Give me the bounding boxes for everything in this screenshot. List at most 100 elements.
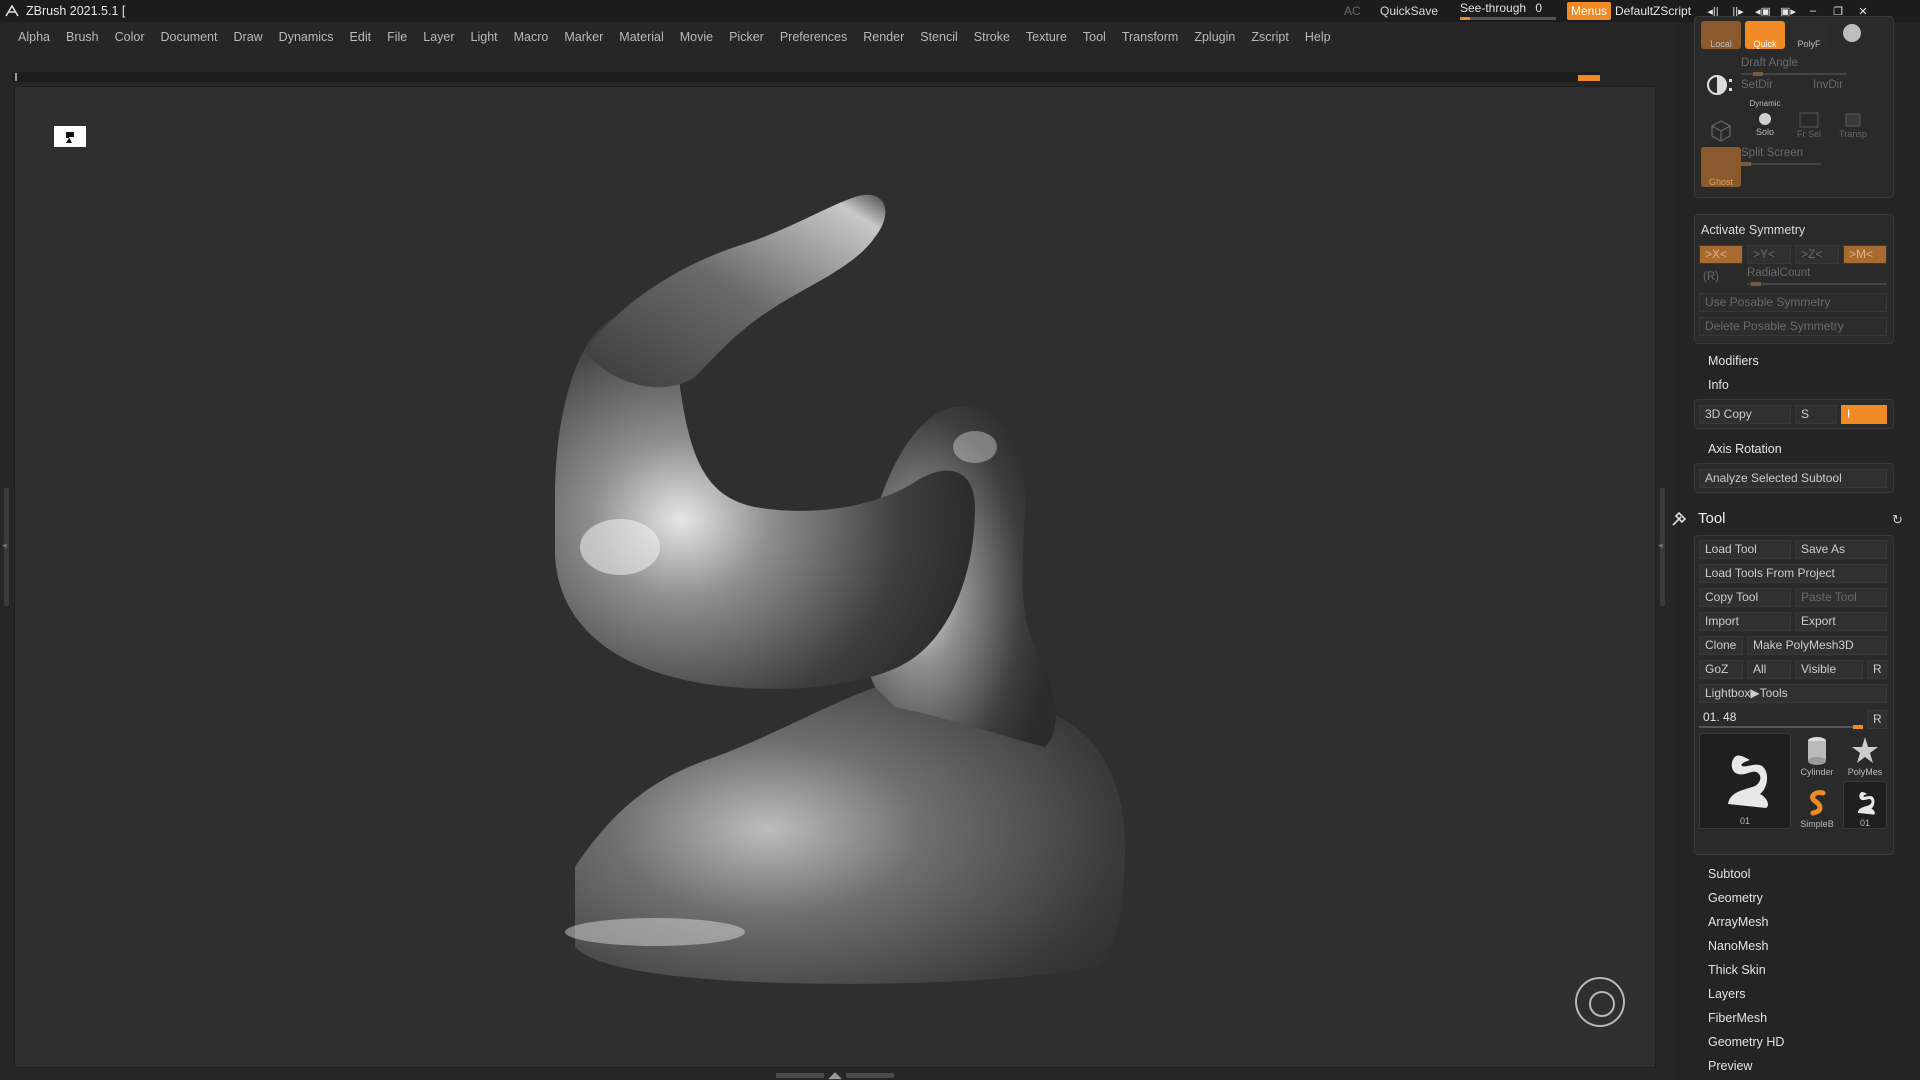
menu-file[interactable]: File <box>379 30 415 44</box>
activate-symmetry-button[interactable]: Activate Symmetry <box>1701 223 1805 237</box>
local-button[interactable]: Local <box>1701 21 1741 49</box>
paste-tool-button[interactable]: Paste Tool <box>1795 588 1887 607</box>
copy-tool-button[interactable]: Copy Tool <box>1699 588 1791 607</box>
split-screen-slider[interactable] <box>1741 162 1821 166</box>
save-as-button[interactable]: Save As <box>1795 540 1887 559</box>
copy3d-button[interactable]: 3D Copy <box>1699 405 1791 424</box>
menu-alpha[interactable]: Alpha <box>10 30 58 44</box>
section-layers[interactable]: Layers <box>1708 987 1746 1001</box>
menu-draw[interactable]: Draw <box>226 30 271 44</box>
menu-picker[interactable]: Picker <box>721 30 772 44</box>
goz-button[interactable]: GoZ <box>1699 660 1743 679</box>
menu-zplugin[interactable]: Zplugin <box>1186 30 1243 44</box>
load-tools-from-project-button[interactable]: Load Tools From Project <box>1699 564 1887 583</box>
current-tool-thumbnail[interactable]: 01 <box>1699 733 1791 829</box>
left-tray-handle[interactable]: ◂ <box>2 488 9 606</box>
material-sphere-icon[interactable] <box>1839 23 1865 45</box>
import-button[interactable]: Import <box>1699 612 1791 631</box>
frame-selection-button[interactable]: Fr Sel <box>1791 103 1827 139</box>
radial-r-button[interactable]: (R) <box>1703 271 1719 283</box>
section-fibermesh[interactable]: FiberMesh <box>1708 1011 1767 1025</box>
menu-tool[interactable]: Tool <box>1075 30 1114 44</box>
use-posable-symmetry-button[interactable]: Use Posable Symmetry <box>1699 293 1887 312</box>
menu-layer[interactable]: Layer <box>415 30 462 44</box>
menu-stencil[interactable]: Stencil <box>912 30 966 44</box>
tool-slider[interactable] <box>1699 725 1863 729</box>
navigation-gizmo[interactable] <box>1575 977 1625 1027</box>
see-through-track[interactable] <box>1460 17 1556 20</box>
section-geometry-hd[interactable]: Geometry HD <box>1708 1035 1784 1049</box>
info-section[interactable]: Info <box>1708 378 1729 392</box>
cube-icon[interactable] <box>1701 107 1741 143</box>
load-tool-button[interactable]: Load Tool <box>1699 540 1791 559</box>
menu-dynamics[interactable]: Dynamics <box>271 30 342 44</box>
symmetry-z-button[interactable]: >Z< <box>1795 245 1839 264</box>
menu-zscript[interactable]: Zscript <box>1243 30 1297 44</box>
section-arraymesh[interactable]: ArrayMesh <box>1708 915 1768 929</box>
section-geometry[interactable]: Geometry <box>1708 891 1763 905</box>
goz-visible-button[interactable]: Visible <box>1795 660 1863 679</box>
section-preview[interactable]: Preview <box>1708 1059 1752 1073</box>
timeline-track[interactable] <box>12 72 1600 82</box>
make-polymesh3d-button[interactable]: Make PolyMesh3D <box>1747 636 1887 655</box>
menus-toggle-button[interactable]: Menus <box>1567 2 1612 20</box>
symmetry-m-button[interactable]: >M< <box>1843 245 1887 264</box>
delete-posable-symmetry-button[interactable]: Delete Posable Symmetry <box>1699 317 1887 336</box>
invdir-button[interactable]: InvDir <box>1813 79 1843 91</box>
menu-document[interactable]: Document <box>153 30 226 44</box>
menu-stroke[interactable]: Stroke <box>966 30 1018 44</box>
menu-transform[interactable]: Transform <box>1114 30 1187 44</box>
clone-button[interactable]: Clone <box>1699 636 1743 655</box>
lightbox-tools-button[interactable]: Lightbox▶Tools <box>1699 684 1887 703</box>
menu-light[interactable]: Light <box>463 30 506 44</box>
axis-rotation-section[interactable]: Axis Rotation <box>1708 442 1782 456</box>
section-nanomesh[interactable]: NanoMesh <box>1708 939 1768 953</box>
copy3d-s-button[interactable]: S <box>1795 405 1837 424</box>
transparency-button[interactable]: Transp <box>1835 103 1871 139</box>
quick-button[interactable]: Quick <box>1745 21 1785 49</box>
timeline-marker[interactable] <box>1578 75 1600 81</box>
analyze-selected-subtool-button[interactable]: Analyze Selected Subtool <box>1699 469 1887 488</box>
modifiers-section[interactable]: Modifiers <box>1708 354 1759 368</box>
default-zscript-button[interactable]: DefaultZScript <box>1615 0 1691 22</box>
radial-count-slider[interactable] <box>1747 282 1887 286</box>
contrast-icon[interactable] <box>1701 63 1741 99</box>
symmetry-y-button[interactable]: >Y< <box>1747 245 1791 264</box>
thumb-simplebrush[interactable]: SimpleB <box>1795 781 1839 829</box>
setdir-button[interactable]: SetDir <box>1741 79 1773 91</box>
refresh-icon[interactable]: ↻ <box>1892 512 1903 528</box>
tool-palette-title[interactable]: Tool <box>1698 510 1726 527</box>
thumb-cylinder[interactable]: Cylinder <box>1795 733 1839 777</box>
menu-edit[interactable]: Edit <box>342 30 380 44</box>
menu-movie[interactable]: Movie <box>672 30 721 44</box>
menu-help[interactable]: Help <box>1297 30 1339 44</box>
draft-angle-slider[interactable] <box>1741 72 1847 76</box>
menu-preferences[interactable]: Preferences <box>772 30 855 44</box>
menu-texture[interactable]: Texture <box>1018 30 1075 44</box>
quicksave-button[interactable]: QuickSave <box>1380 0 1438 22</box>
menu-render[interactable]: Render <box>855 30 912 44</box>
ghost-button[interactable]: Ghost <box>1701 147 1741 187</box>
see-through-slider[interactable]: See-through 0 <box>1460 0 1556 22</box>
thumb-tool-01[interactable]: 01 <box>1843 781 1887 829</box>
goz-r-button[interactable]: R <box>1867 660 1887 679</box>
solo-button[interactable]: Dynamic Solo <box>1745 97 1785 137</box>
goz-all-button[interactable]: All <box>1747 660 1791 679</box>
section-subtool[interactable]: Subtool <box>1708 867 1750 881</box>
polyframe-button[interactable]: PolyF <box>1791 21 1827 49</box>
ac-label[interactable]: AC <box>1344 0 1361 22</box>
menu-marker[interactable]: Marker <box>556 30 611 44</box>
tool-slider-r-button[interactable]: R <box>1867 710 1887 729</box>
section-thick-skin[interactable]: Thick Skin <box>1708 963 1766 977</box>
menu-macro[interactable]: Macro <box>506 30 557 44</box>
bottom-tray-handle[interactable]: ◢◣ <box>770 1070 900 1080</box>
copy3d-field[interactable]: I <box>1841 405 1887 424</box>
thumb-polymesh[interactable]: PolyMes <box>1843 733 1887 777</box>
menu-brush[interactable]: Brush <box>58 30 107 44</box>
symmetry-x-button[interactable]: >X< <box>1699 245 1743 264</box>
right-tray-handle[interactable]: ◂ <box>1658 488 1665 606</box>
menu-material[interactable]: Material <box>611 30 671 44</box>
3d-model-view[interactable] <box>15 87 1657 1069</box>
export-button[interactable]: Export <box>1795 612 1887 631</box>
menu-color[interactable]: Color <box>107 30 153 44</box>
